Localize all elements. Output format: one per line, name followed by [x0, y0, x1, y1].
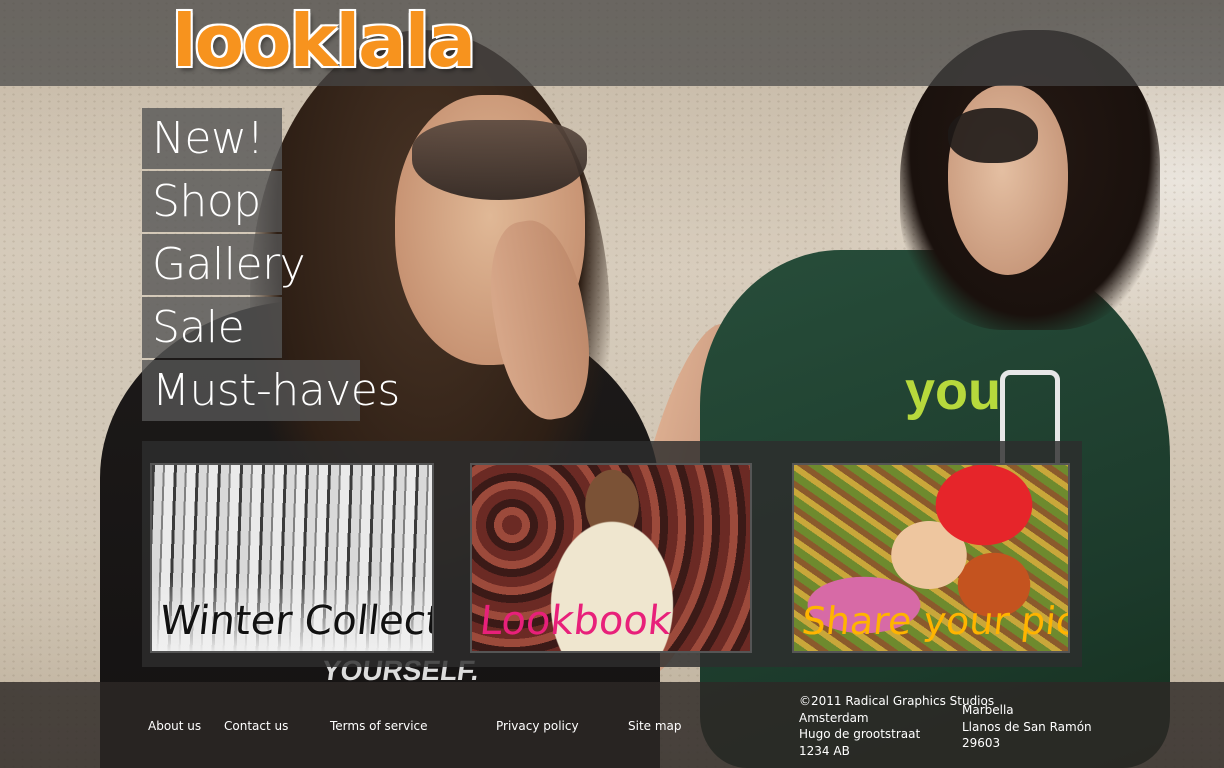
model-left-sunglasses: [412, 120, 587, 200]
address-line: Llanos de San Ramón: [962, 719, 1092, 734]
nav-item-new[interactable]: New!: [142, 108, 282, 169]
main-nav: New! Shop Gallery Sale Must-haves: [142, 108, 400, 423]
footer-link-terms-of-service[interactable]: Terms of service: [330, 719, 428, 733]
promo-card-lookbook[interactable]: Lookbook: [470, 463, 752, 653]
model-right-sunglasses: [948, 108, 1038, 163]
nav-item-must-haves[interactable]: Must-haves: [142, 360, 400, 421]
nav-item-shop[interactable]: Shop: [142, 171, 282, 232]
promo-strip: Winter Collection! Lookbook Share your p…: [142, 441, 1082, 667]
promo-label: Lookbook: [477, 598, 674, 644]
header-bar: looklala: [0, 0, 1224, 86]
address-line: 29603: [962, 736, 1001, 750]
site-logo[interactable]: looklala: [172, 0, 476, 84]
nav-item-sale[interactable]: Sale: [142, 297, 282, 358]
footer-link-contact-us[interactable]: Contact us: [224, 719, 288, 733]
address-marbella: Marbella Llanos de San Ramón 29603: [962, 702, 1092, 752]
footer-bar: About us Contact us Terms of service Pri…: [0, 682, 1224, 768]
promo-label: Share your pics!: [799, 599, 1070, 643]
footer-link-about-us[interactable]: About us: [148, 719, 201, 733]
nav-item-gallery[interactable]: Gallery: [142, 234, 306, 295]
promo-label: Winter Collection!: [157, 598, 434, 644]
footer-link-site-map[interactable]: Site map: [628, 719, 682, 733]
footer-link-privacy-policy[interactable]: Privacy policy: [496, 719, 579, 733]
address-line: Marbella: [962, 703, 1014, 717]
promo-card-winter-collection[interactable]: Winter Collection!: [150, 463, 434, 653]
promo-card-share-your-pics[interactable]: Share your pics!: [792, 463, 1070, 653]
